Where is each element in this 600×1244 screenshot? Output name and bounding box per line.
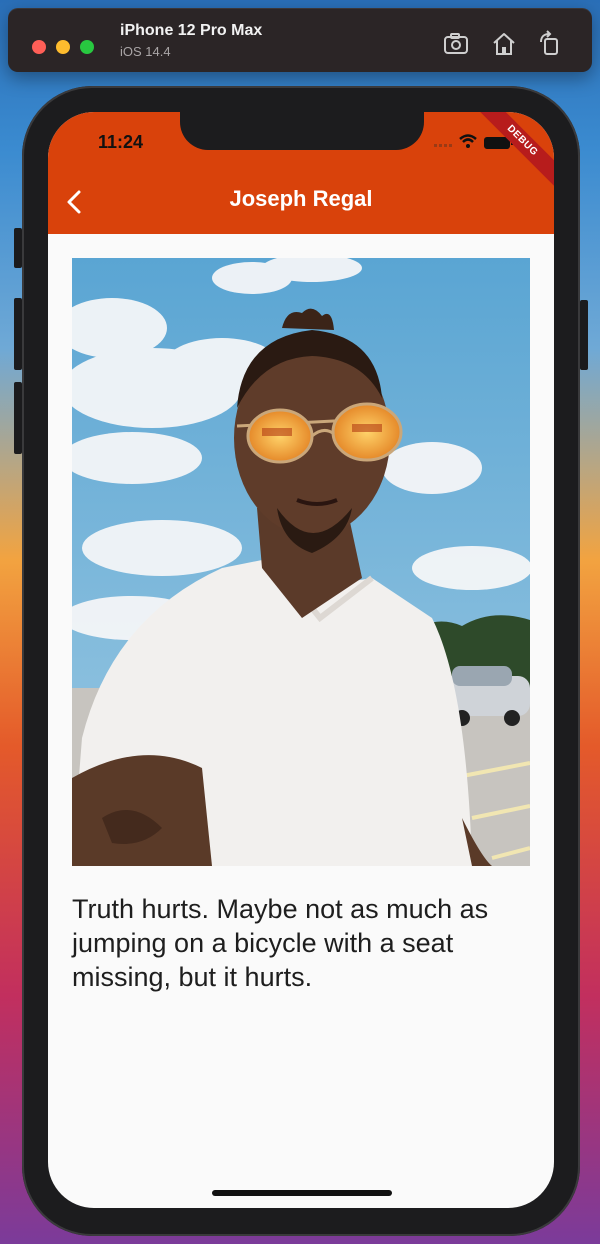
- status-time: 11:24: [98, 132, 144, 152]
- rotate-icon[interactable]: [536, 30, 564, 58]
- notch: [180, 112, 424, 150]
- mute-switch: [14, 228, 22, 268]
- volume-up-button: [14, 298, 22, 370]
- simulator-titlebar: iPhone 12 Pro Max iOS 14.4: [8, 8, 592, 72]
- device-os-version: iOS 14.4: [120, 44, 171, 59]
- power-button: [580, 300, 588, 370]
- close-window-button[interactable]: [32, 40, 46, 54]
- app-screen: 11:24 DEBUG Joseph Regal Truth hurts. Ma…: [48, 112, 554, 1208]
- volume-down-button: [14, 382, 22, 454]
- page-title: Joseph Regal: [229, 186, 373, 211]
- quote-text: Truth hurts. Maybe not as much as jumpin…: [72, 894, 489, 992]
- wifi-icon: [459, 134, 477, 148]
- home-indicator[interactable]: [212, 1190, 392, 1196]
- app-bar: 11:24 DEBUG Joseph Regal: [48, 112, 554, 234]
- arm: [72, 755, 212, 866]
- minimize-window-button[interactable]: [56, 40, 70, 54]
- screenshot-icon[interactable]: [442, 30, 470, 58]
- debug-banner: DEBUG: [466, 112, 554, 197]
- cellular-signal-icon: [434, 144, 452, 147]
- home-icon[interactable]: [490, 30, 518, 58]
- device-name: iPhone 12 Pro Max: [120, 22, 263, 39]
- zoom-window-button[interactable]: [80, 40, 94, 54]
- selfie-photo: [72, 258, 530, 866]
